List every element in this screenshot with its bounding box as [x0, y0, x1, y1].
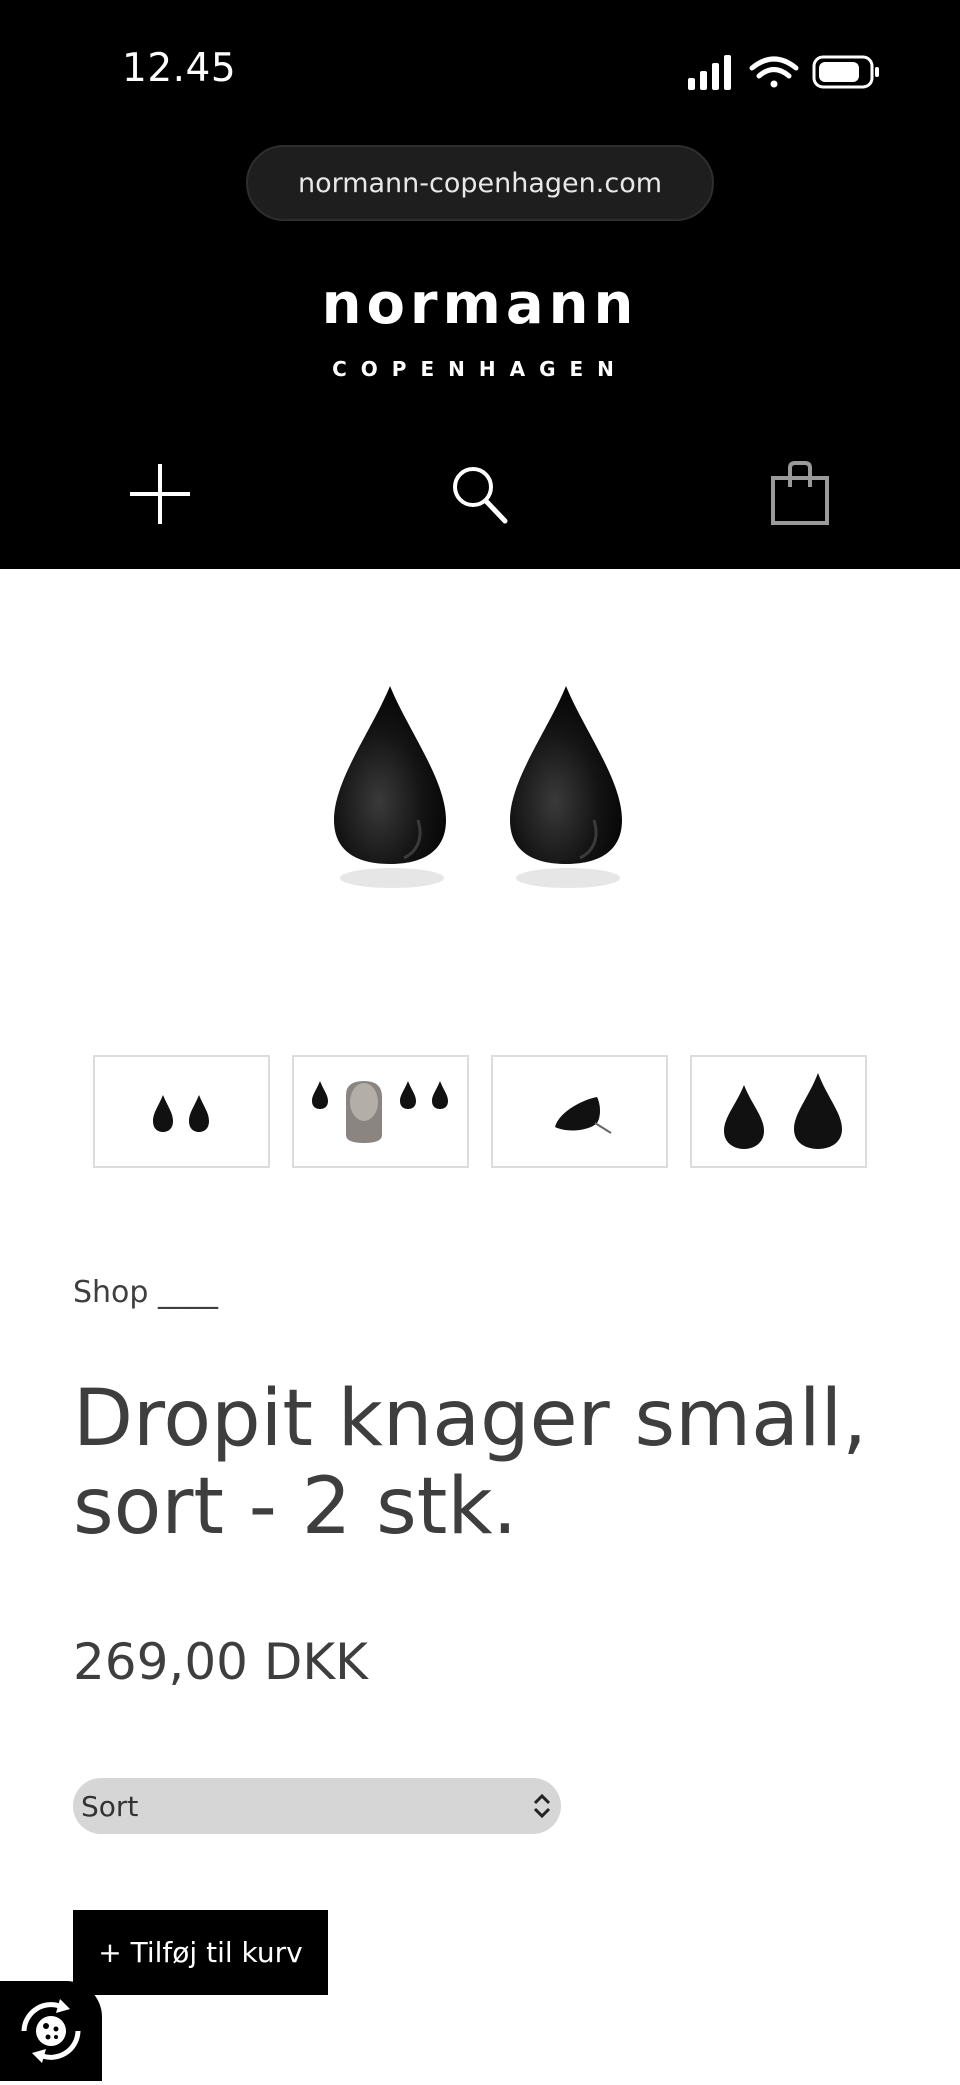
product-image-main[interactable]: [300, 670, 660, 900]
status-time: 12.45: [122, 46, 237, 91]
status-icons: [688, 55, 879, 90]
brand-logo-subtitle: COPENHAGEN: [332, 357, 628, 381]
plus-menu-icon[interactable]: [128, 462, 192, 526]
thumbnail-2[interactable]: [292, 1055, 469, 1168]
product-price: 269,00 DKK: [73, 1633, 368, 1691]
brand-logo[interactable]: normann: [0, 272, 960, 337]
color-select-value: Sort: [81, 1789, 139, 1823]
wifi-icon: [749, 56, 799, 88]
product-title-line-1: Dropit knager small,: [73, 1374, 868, 1464]
add-to-cart-button[interactable]: + Tilføj til kurv: [73, 1910, 328, 1995]
drop-hook-right: [510, 686, 622, 888]
battery-icon: [812, 55, 879, 89]
shopping-bag-icon[interactable]: [770, 460, 830, 526]
thumbnail-4[interactable]: [690, 1055, 867, 1168]
color-select[interactable]: Sort: [73, 1778, 561, 1834]
drop-hook-left: [334, 686, 446, 888]
product-thumbnails: [93, 1055, 867, 1168]
product-title: Dropit knager small, sort - 2 stk.: [73, 1375, 913, 1551]
select-chevron-icon: [533, 1793, 551, 1819]
product-title-line-2: sort - 2 stk.: [73, 1462, 518, 1552]
cookie-settings-button[interactable]: [0, 1981, 102, 2081]
url-bar[interactable]: normann-copenhagen.com: [246, 145, 714, 221]
site-header: 12.45 normann-copenhagen.com normann COP…: [0, 0, 960, 569]
thumbnail-1[interactable]: [93, 1055, 270, 1168]
search-icon[interactable]: [450, 464, 510, 526]
thumbnail-3[interactable]: [491, 1055, 668, 1168]
cookie-icon: [21, 1999, 81, 2063]
signal-icon: [688, 55, 731, 90]
breadcrumb[interactable]: Shop ____: [73, 1275, 218, 1310]
